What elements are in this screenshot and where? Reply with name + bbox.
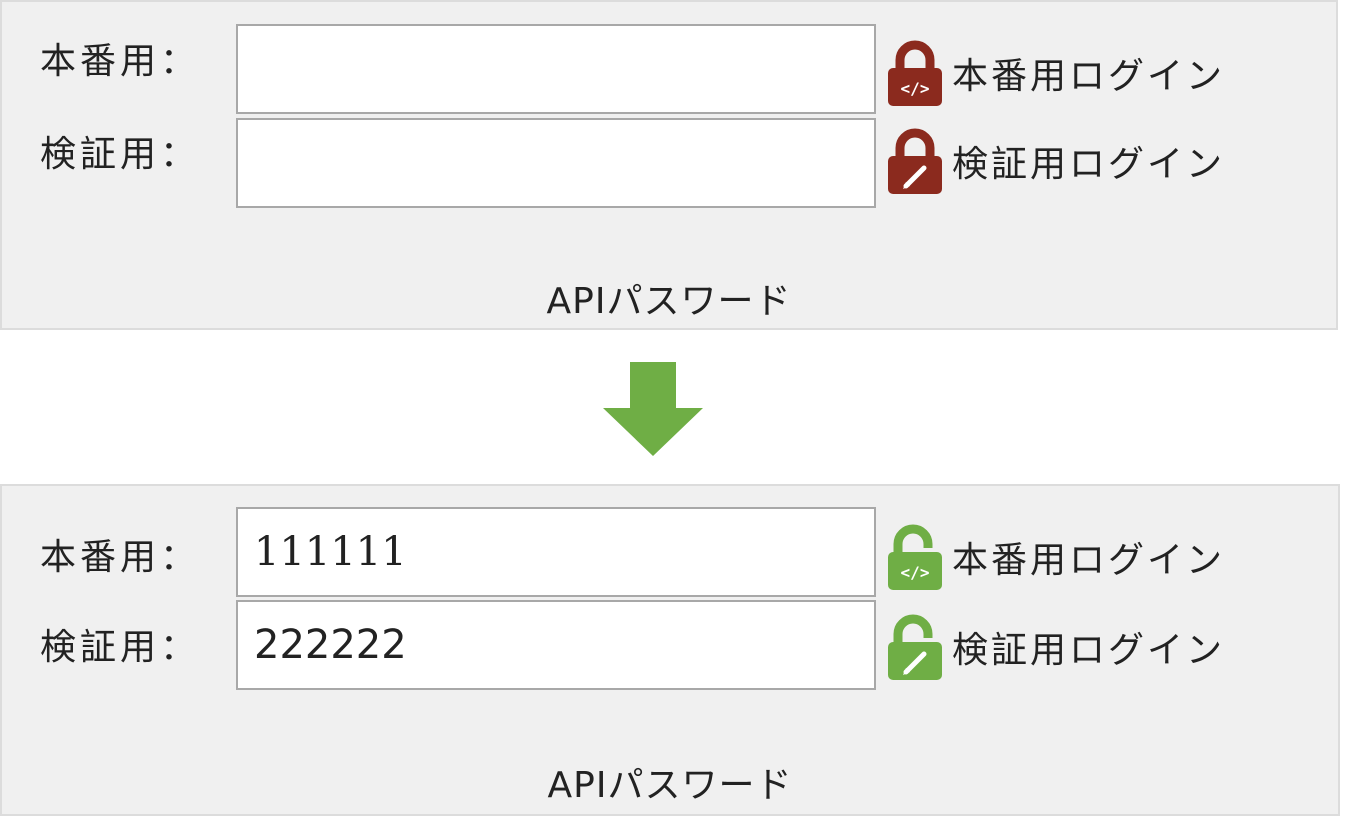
api-password-panel-before: 本番用： </> 本番用ログイン 検証用： 検証用ログイン APIパスワード bbox=[0, 0, 1338, 330]
panel-caption: APIパスワード bbox=[547, 765, 793, 806]
staging-login-button[interactable]: 検証用ログイン bbox=[886, 126, 1225, 196]
production-login-label: 本番用ログイン bbox=[952, 56, 1226, 97]
api-password-panel-after: 本番用： 111111 </> 本番用ログイン 検証用： 222222 検証用ロ… bbox=[0, 484, 1340, 816]
production-login-button[interactable]: </> 本番用ログイン bbox=[886, 522, 1225, 592]
unlock-code-icon: </> bbox=[888, 524, 942, 590]
svg-text:</>: </> bbox=[901, 563, 930, 582]
staging-label: 検証用： bbox=[40, 134, 201, 175]
production-password-input[interactable]: 111111 bbox=[236, 507, 876, 597]
arrow-down-icon bbox=[603, 362, 703, 456]
unlock-pencil-icon bbox=[888, 614, 942, 680]
staging-password-input[interactable]: 222222 bbox=[236, 600, 876, 690]
production-label: 本番用： bbox=[40, 537, 201, 578]
staging-login-label: 検証用ログイン bbox=[952, 144, 1226, 185]
panel-caption: APIパスワード bbox=[546, 281, 792, 322]
production-label: 本番用： bbox=[40, 41, 201, 82]
staging-password-input[interactable] bbox=[236, 118, 876, 208]
staging-login-button[interactable]: 検証用ログイン bbox=[886, 612, 1225, 682]
staging-label: 検証用： bbox=[40, 627, 201, 668]
production-login-label: 本番用ログイン bbox=[952, 540, 1226, 581]
lock-code-icon: </> bbox=[888, 40, 942, 106]
lock-pencil-icon bbox=[888, 128, 942, 194]
production-password-input[interactable] bbox=[236, 24, 876, 114]
staging-login-label: 検証用ログイン bbox=[952, 630, 1226, 671]
svg-text:</>: </> bbox=[901, 79, 930, 98]
production-login-button[interactable]: </> 本番用ログイン bbox=[886, 38, 1225, 108]
